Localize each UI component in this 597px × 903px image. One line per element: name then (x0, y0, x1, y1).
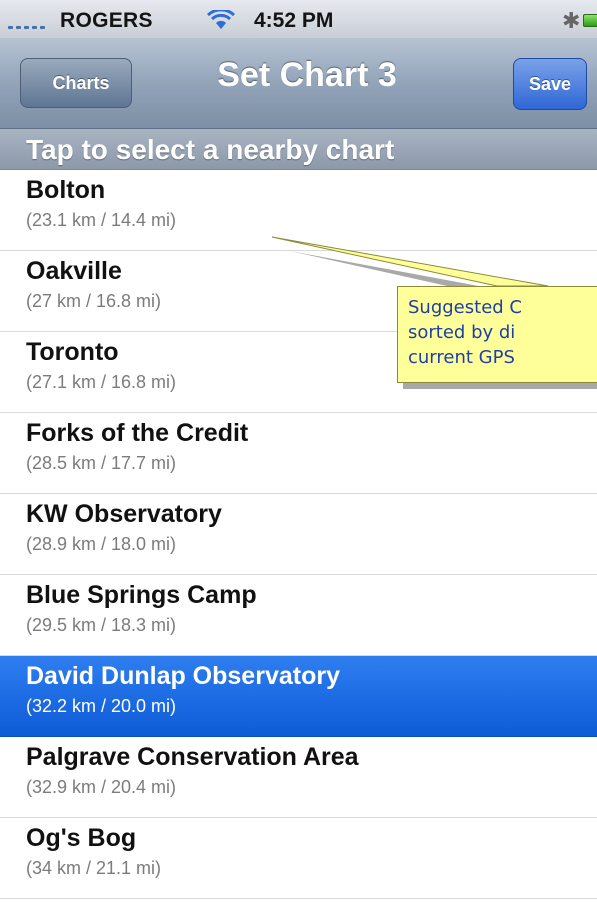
wifi-icon (206, 10, 236, 29)
carrier-name: ROGERS (60, 9, 153, 32)
section-header: Tap to select a nearby chart (0, 129, 597, 170)
chart-distance: (29.5 km / 18.3 mi) (26, 615, 177, 635)
back-button-label: Charts (52, 72, 110, 93)
callout-line: Suggested C (408, 297, 522, 318)
chart-distance: (32.2 km / 20.0 mi) (26, 696, 177, 716)
page-title: Set Chart 3 (217, 56, 397, 94)
chart-name: Palgrave Conservation Area (26, 743, 359, 771)
chart-list-item[interactable]: Bolton (23.1 km / 14.4 mi) (0, 170, 597, 251)
chart-distance: (28.5 km / 17.7 mi) (26, 453, 177, 473)
save-button[interactable]: Save (513, 58, 587, 110)
chart-list-item[interactable]: Og's Bog (34 km / 21.1 mi) (0, 818, 597, 899)
back-button-charts[interactable]: Charts (20, 58, 132, 108)
chart-name: Og's Bog (26, 824, 137, 852)
chart-list-item[interactable]: Palgrave Conservation Area (32.9 km / 20… (0, 737, 597, 818)
chart-name: Forks of the Credit (26, 419, 249, 447)
chart-name: Oakville (26, 257, 122, 285)
chart-list-item-selected[interactable]: David Dunlap Observatory (32.2 km / 20.0… (0, 656, 597, 737)
chart-list-item[interactable]: Forks of the Credit (28.5 km / 17.7 mi) (0, 413, 597, 494)
signal-strength-icon (8, 17, 54, 29)
chart-list-item[interactable]: KW Observatory (28.9 km / 18.0 mi) (0, 494, 597, 575)
chart-distance: (32.9 km / 20.4 mi) (26, 777, 177, 797)
nearby-chart-list: Bolton (23.1 km / 14.4 mi) Oakville (27 … (0, 170, 597, 899)
chart-name: KW Observatory (26, 500, 222, 528)
status-bar: ROGERS 4:52 PM ✱ (0, 0, 597, 38)
callout-line: current GPS (408, 347, 515, 368)
battery-icon (583, 14, 597, 27)
status-time: 4:52 PM (254, 9, 334, 32)
chart-name: David Dunlap Observatory (26, 662, 340, 690)
bluetooth-icon: ✱ (562, 8, 581, 33)
callout-line: sorted by di (408, 322, 516, 343)
navigation-bar: Charts Set Chart 3 Save (0, 38, 597, 129)
chart-name: Blue Springs Camp (26, 581, 257, 609)
chart-list-item[interactable]: Blue Springs Camp (29.5 km / 18.3 mi) (0, 575, 597, 656)
chart-distance: (28.9 km / 18.0 mi) (26, 534, 177, 554)
chart-distance: (34 km / 21.1 mi) (26, 858, 162, 878)
annotation-callout: Suggested C sorted by di current GPS (397, 286, 597, 383)
chart-name: Bolton (26, 176, 106, 204)
chart-distance: (23.1 km / 14.4 mi) (26, 210, 177, 230)
